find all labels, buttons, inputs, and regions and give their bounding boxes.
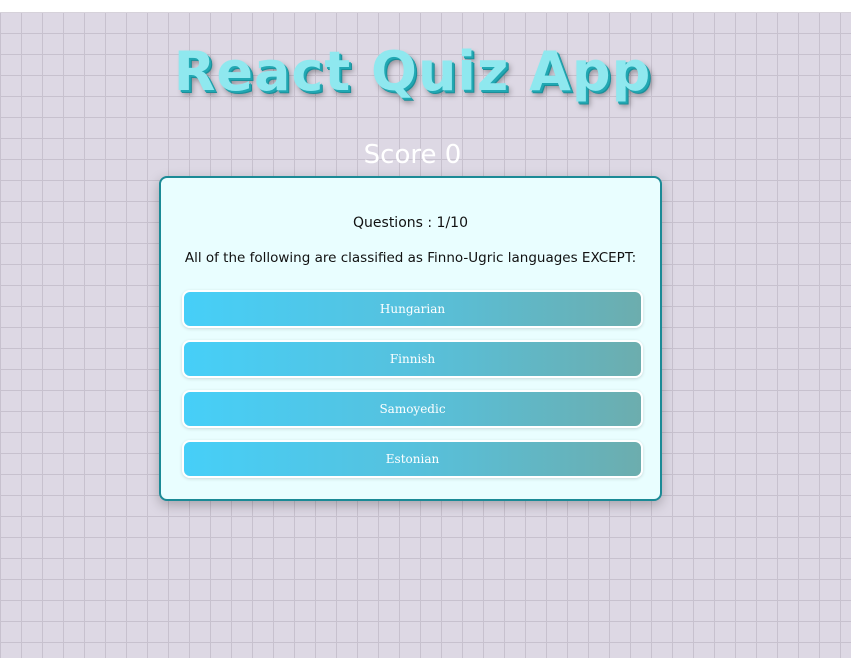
question-counter: Questions : 1/10 [353,215,468,231]
app-title: React Quiz App [173,40,652,103]
answer-button-samoyedic[interactable]: Samoyedic [182,390,643,428]
answer-button-estonian[interactable]: Estonian [182,440,643,478]
browser-top-strip [0,0,851,13]
answer-button-finnish[interactable]: Finnish [182,340,643,378]
question-card: Questions : 1/10 All of the following ar… [159,176,662,501]
answer-button-hungarian[interactable]: Hungarian [182,290,643,328]
question-text: All of the following are classified as F… [184,250,637,266]
score-display: Score 0 [363,140,462,170]
answer-list: Hungarian Finnish Samoyedic Estonian [182,290,643,490]
